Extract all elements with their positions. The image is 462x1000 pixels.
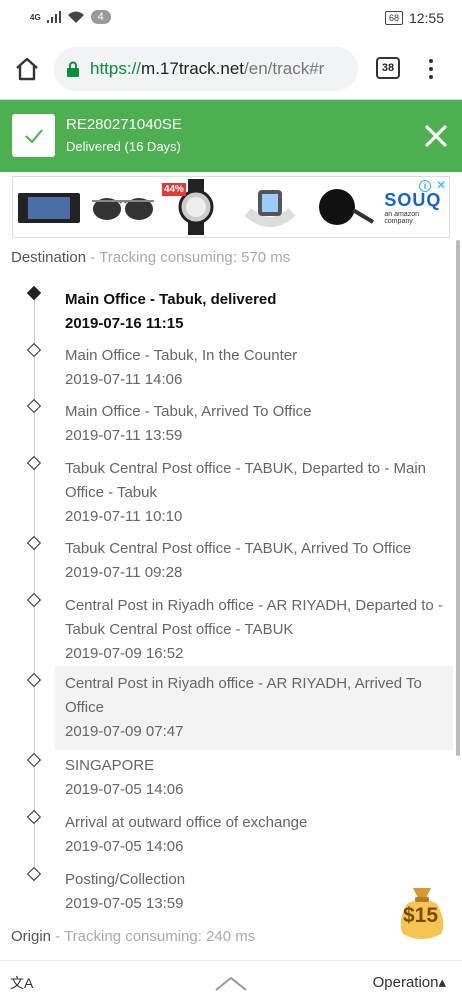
event-time: 2019-07-11 14:06 (65, 371, 183, 388)
reward-money-bag-button[interactable]: $15 (393, 882, 451, 942)
timeline-marker-icon (26, 342, 42, 358)
event-time: 2019-07-16 11:15 (65, 315, 184, 332)
ad-product-car-stereo[interactable] (13, 177, 85, 237)
fitness-band-icon (244, 190, 296, 227)
souq-subtitle: an amazon company (384, 210, 419, 225)
event-description: Central Post in Riyadh office - AR RIYAD… (65, 675, 422, 716)
address-bar[interactable]: https://m.17track.net/en/track#r (54, 47, 358, 91)
lock-icon (67, 61, 79, 77)
origin-consuming: - Tracking consuming: 240 ms (51, 928, 256, 945)
event-description: Central Post in Riyadh office - AR RIYAD… (65, 597, 443, 638)
signal-icon (46, 11, 61, 23)
event-time: 2019-07-05 13:59 (65, 895, 184, 912)
tab-switcher-button[interactable]: 38 (376, 57, 400, 79)
event-description: Arrival at outward office of exchange (65, 814, 308, 831)
timeline-event[interactable]: Main Office - Tabuk, In the Counter 2019… (55, 338, 453, 398)
event-description: Tabuk Central Post office - TABUK, Arriv… (65, 540, 412, 557)
url-host: m.17track.net (141, 59, 245, 78)
ad-product-fitness-band[interactable] (233, 177, 305, 237)
reward-amount: $15 (403, 904, 439, 927)
destination-label: Destination (11, 249, 87, 266)
timeline-event-highlighted[interactable]: Central Post in Riyadh office - AR RIYAD… (55, 666, 453, 750)
wifi-icon (67, 11, 84, 23)
ad-banner[interactable]: 44% SOUQ an amazon company i ✕ (12, 176, 450, 238)
close-icon[interactable] (423, 123, 449, 149)
event-description: Tabuk Central Post office - TABUK, Depar… (65, 460, 426, 501)
status-right: 68 12:55 (384, 10, 444, 26)
event-time: 2019-07-09 16:52 (65, 645, 184, 662)
ad-product-chromecast[interactable] (307, 177, 379, 237)
translate-icon[interactable]: 文A (10, 973, 33, 993)
chevron-up-icon[interactable] (214, 975, 248, 991)
browser-toolbar: https://m.17track.net/en/track#r 38 (0, 38, 462, 100)
timeline-line (34, 292, 35, 874)
car-stereo-icon (18, 193, 81, 223)
timeline-event[interactable]: Main Office - Tabuk, Arrived To Office 2… (55, 394, 453, 454)
timeline-marker-filled-icon (26, 285, 42, 301)
event-time: 2019-07-11 09:28 (65, 564, 183, 581)
timeline-event[interactable]: Tabuk Central Post office - TABUK, Depar… (55, 451, 453, 535)
chromecast-icon (319, 189, 375, 225)
clock-time: 12:55 (408, 10, 444, 26)
event-description: Posting/Collection (65, 871, 186, 888)
ad-info-icon[interactable]: i (419, 180, 431, 192)
event-time: 2019-07-05 14:06 (65, 838, 184, 855)
timeline-event[interactable]: Tabuk Central Post office - TABUK, Arriv… (55, 531, 453, 591)
event-description: Main Office - Tabuk, Arrived To Office (65, 403, 312, 420)
event-description: Main Office - Tabuk, delivered (65, 291, 277, 308)
bottom-toolbar: 文A Operation▴ (0, 960, 462, 1000)
home-icon[interactable] (14, 56, 40, 82)
operation-menu-button[interactable]: Operation▴ (373, 973, 446, 991)
url-path: /en/track#r (244, 59, 325, 78)
timeline-marker-icon (26, 398, 42, 414)
timeline-marker-icon (26, 866, 42, 882)
timeline-event[interactable]: Main Office - Tabuk, delivered 2019-07-1… (55, 282, 453, 342)
status-left: 4G 4 (30, 10, 111, 24)
timeline-marker-icon (26, 752, 42, 768)
destination-consuming: - Tracking consuming: 570 ms (86, 249, 291, 266)
tracking-number: RE280271040SE (66, 116, 182, 133)
timeline-event[interactable]: Central Post in Riyadh office - AR RIYAD… (55, 588, 453, 672)
event-time: 2019-07-09 07:47 (65, 723, 184, 740)
event-description: SINGAPORE (65, 757, 155, 774)
souq-brand: SOUQ (384, 189, 442, 210)
event-time: 2019-07-05 14:06 (65, 781, 184, 798)
origin-label: Origin (11, 928, 52, 945)
status-bar: 4G 4 68 12:55 (0, 0, 462, 38)
discount-badge: 44% (161, 183, 186, 196)
battery-icon: 68 (384, 11, 403, 25)
destination-section-label: Destination - Tracking consuming: 570 ms (11, 249, 290, 266)
timeline-marker-icon (26, 672, 42, 688)
timeline-event[interactable]: SINGAPORE 2019-07-05 14:06 (55, 748, 453, 808)
ad-product-sunglasses[interactable] (86, 177, 158, 237)
timeline-marker-icon (26, 592, 42, 608)
event-time: 2019-07-11 10:10 (65, 508, 183, 525)
event-time: 2019-07-11 13:59 (65, 427, 183, 444)
check-icon (12, 114, 55, 157)
delivery-status-text: Delivered (16 Days) (66, 139, 181, 154)
event-description: Main Office - Tabuk, In the Counter (65, 347, 298, 364)
scrollbar[interactable] (456, 240, 460, 756)
timeline-marker-icon (26, 535, 42, 551)
timeline-marker-icon (26, 455, 42, 471)
ad-product-watch[interactable]: 44% (160, 177, 232, 237)
timeline-event[interactable]: Arrival at outward office of exchange 20… (55, 805, 453, 865)
notification-count-badge: 4 (90, 10, 111, 24)
sunglasses-icon (91, 198, 154, 220)
origin-section-label: Origin - Tracking consuming: 240 ms (11, 928, 255, 945)
browser-menu-icon[interactable] (423, 56, 439, 82)
url-protocol: https:// (90, 59, 142, 78)
delivery-status-banner: RE280271040SE Delivered (16 Days) (0, 100, 462, 172)
network-label: 4G (30, 12, 41, 22)
timeline-marker-icon (26, 809, 42, 825)
ad-close-icon[interactable]: ✕ (436, 178, 446, 192)
